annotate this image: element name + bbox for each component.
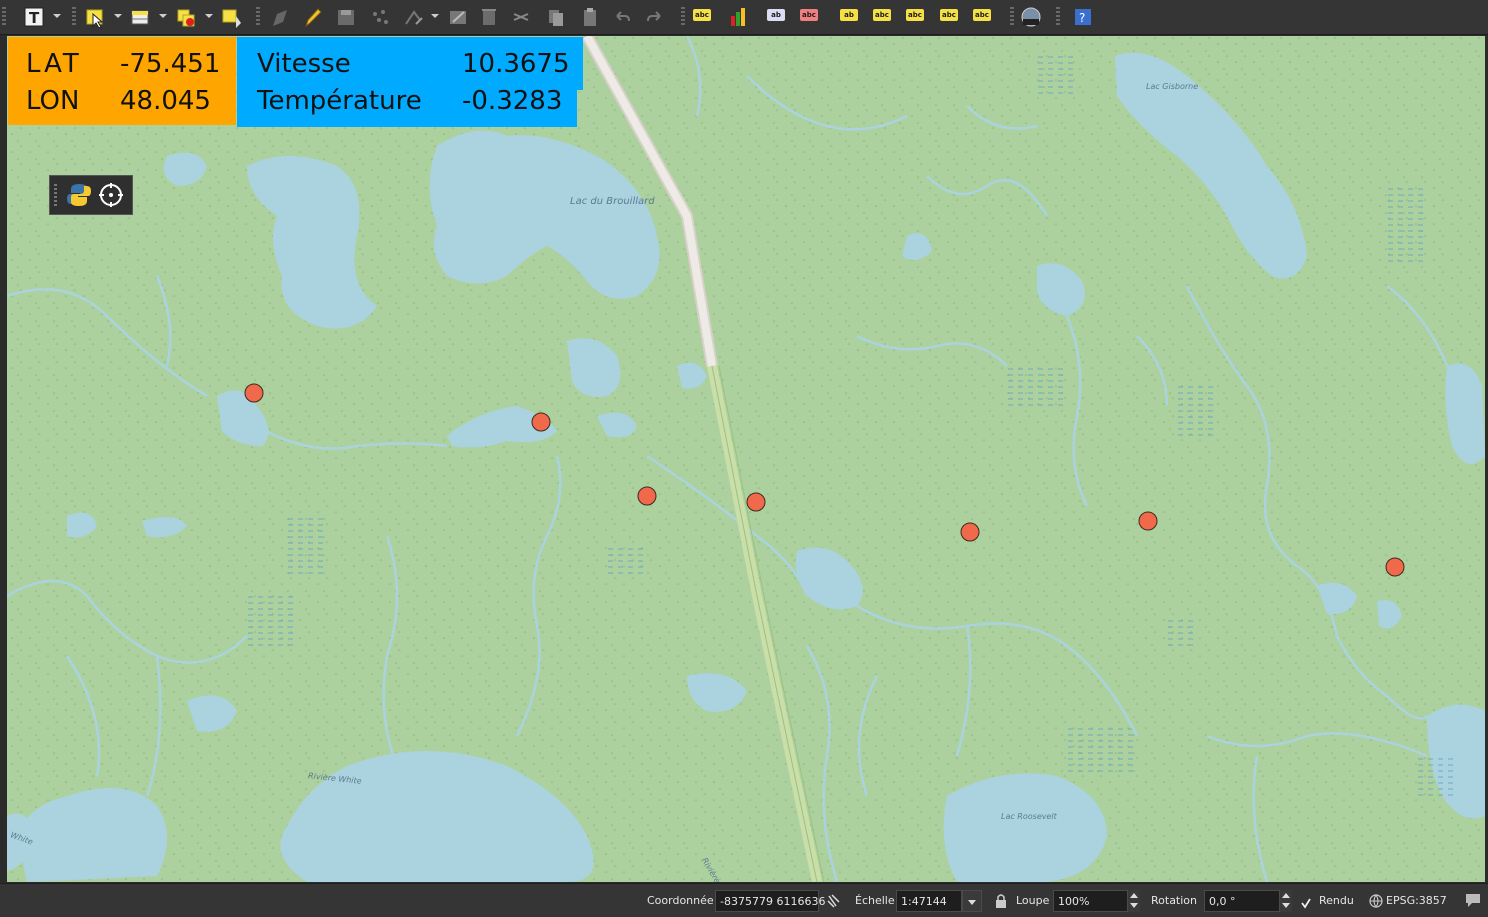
label-settings-icon[interactable]: abc	[973, 9, 991, 21]
magnifier-field[interactable]: 100%	[1053, 890, 1128, 912]
chevron-down-icon[interactable]	[205, 14, 213, 18]
show-hide-label-icon[interactable]: abc	[800, 9, 818, 21]
undo-icon[interactable]	[610, 5, 634, 29]
save-edits-icon[interactable]	[334, 5, 358, 29]
toggle-editing-icon[interactable]	[268, 5, 292, 29]
lon-label: LON	[26, 86, 80, 116]
temperature-label: Température	[257, 86, 422, 116]
rotation-spinbox-arrows[interactable]	[1280, 890, 1292, 912]
globe-icon[interactable]	[1369, 893, 1383, 912]
coordinate-field[interactable]: -8375779 6116636	[715, 890, 825, 912]
rotate-label-icon[interactable]: abc	[873, 9, 891, 21]
magnifier-label: Loupe	[1016, 894, 1050, 907]
rotation-field[interactable]: 0,0 °	[1204, 890, 1280, 912]
lat-label: LAT	[26, 49, 82, 79]
label-icon[interactable]: abc	[693, 9, 711, 21]
plugin-toolbar	[49, 175, 133, 215]
gps-point[interactable]	[1138, 511, 1158, 531]
speed-label: Vitesse	[257, 49, 351, 79]
toolbar-grip[interactable]	[681, 7, 685, 27]
coordinate-label: Coordonnée	[647, 894, 714, 907]
select-features-icon[interactable]	[83, 5, 107, 29]
deselect-icon[interactable]	[174, 5, 198, 29]
crs-button[interactable]: EPSG:3857	[1386, 894, 1447, 907]
coordinate-toggle-icon[interactable]	[826, 893, 842, 913]
modify-attributes-icon[interactable]	[446, 5, 470, 29]
chevron-down-icon	[1130, 903, 1138, 908]
chevron-down-icon[interactable]	[114, 14, 122, 18]
gps-point[interactable]	[637, 486, 657, 506]
sensor-overlay-panel-lower: Température -0.3283	[237, 86, 577, 127]
toolbar-grip[interactable]	[72, 7, 76, 27]
toolbar-grip[interactable]	[1010, 7, 1014, 27]
lock-icon[interactable]	[994, 893, 1008, 913]
crosshair-icon[interactable]	[98, 182, 124, 212]
python-console-icon[interactable]	[66, 182, 92, 212]
messages-icon[interactable]	[1464, 892, 1482, 912]
render-label: Rendu	[1319, 894, 1354, 907]
vertex-tool-icon[interactable]	[401, 5, 425, 29]
gps-point[interactable]	[531, 412, 551, 432]
select-by-location-icon[interactable]	[219, 5, 243, 29]
toolbar-grip[interactable]	[2, 7, 6, 27]
copy-features-icon[interactable]	[544, 5, 568, 29]
attribute-table-icon[interactable]	[128, 5, 152, 29]
coordinate-overlay-panel: LAT -75.451 LON 48.045	[8, 37, 236, 125]
toolbar-grip[interactable]	[256, 7, 260, 27]
lon-value: 48.045	[120, 86, 211, 116]
svg-text:?: ?	[1079, 11, 1085, 25]
render-checkbox[interactable]	[1300, 894, 1312, 909]
chevron-down-icon[interactable]	[159, 14, 167, 18]
help-icon[interactable]: ?	[1071, 5, 1095, 29]
redo-icon[interactable]	[643, 5, 667, 29]
rotation-label: Rotation	[1151, 894, 1198, 907]
chevron-down-icon[interactable]	[431, 14, 439, 18]
add-feature-icon[interactable]	[368, 5, 392, 29]
svg-text:T: T	[29, 9, 40, 27]
change-label-icon[interactable]: abc	[906, 9, 924, 21]
sensor-overlay-panel: Vitesse 10.3675	[237, 37, 583, 90]
toolbar-grip[interactable]	[54, 184, 57, 206]
status-bar: Coordonnée -8375779 6116636 Échelle 1:47…	[0, 883, 1488, 917]
diagram-icon[interactable]	[726, 5, 750, 29]
gps-tracker-icon[interactable]	[1019, 5, 1043, 29]
toolbar-grip[interactable]	[1056, 7, 1060, 27]
gps-point[interactable]	[746, 492, 766, 512]
move-label-icon[interactable]: ab	[840, 9, 858, 21]
label-properties-icon[interactable]: abc	[940, 9, 958, 21]
speed-value: 10.3675	[462, 49, 570, 79]
paste-features-icon[interactable]	[578, 5, 602, 29]
gps-point[interactable]	[244, 383, 264, 403]
edit-pencil-icon[interactable]	[300, 5, 324, 29]
chevron-down-icon	[1282, 903, 1290, 908]
scale-label: Échelle	[855, 894, 895, 907]
delete-selected-icon[interactable]	[477, 5, 501, 29]
chevron-up-icon	[1130, 893, 1138, 898]
pin-label-icon[interactable]: ab	[767, 9, 785, 21]
chevron-down-icon	[968, 900, 976, 905]
gps-point[interactable]	[1385, 557, 1405, 577]
lat-value: -75.451	[120, 49, 221, 79]
gps-point[interactable]	[960, 522, 980, 542]
chevron-down-icon[interactable]	[53, 14, 61, 18]
scale-dropdown-button[interactable]	[962, 890, 982, 912]
magnifier-spinbox-arrows[interactable]	[1128, 890, 1140, 912]
main-toolbar: T abc ab abc ab abc abc abc abc ?	[0, 0, 1488, 35]
temperature-value: -0.3283	[462, 86, 563, 116]
map-canvas[interactable]: Lac du Brouillard Lac Gisborne Rivière W…	[7, 36, 1485, 882]
scale-field[interactable]: 1:47144	[896, 890, 962, 912]
cut-features-icon[interactable]	[509, 5, 533, 29]
text-annotation-icon[interactable]: T	[22, 5, 46, 29]
chevron-up-icon	[1282, 893, 1290, 898]
gps-points-layer	[244, 383, 1405, 577]
